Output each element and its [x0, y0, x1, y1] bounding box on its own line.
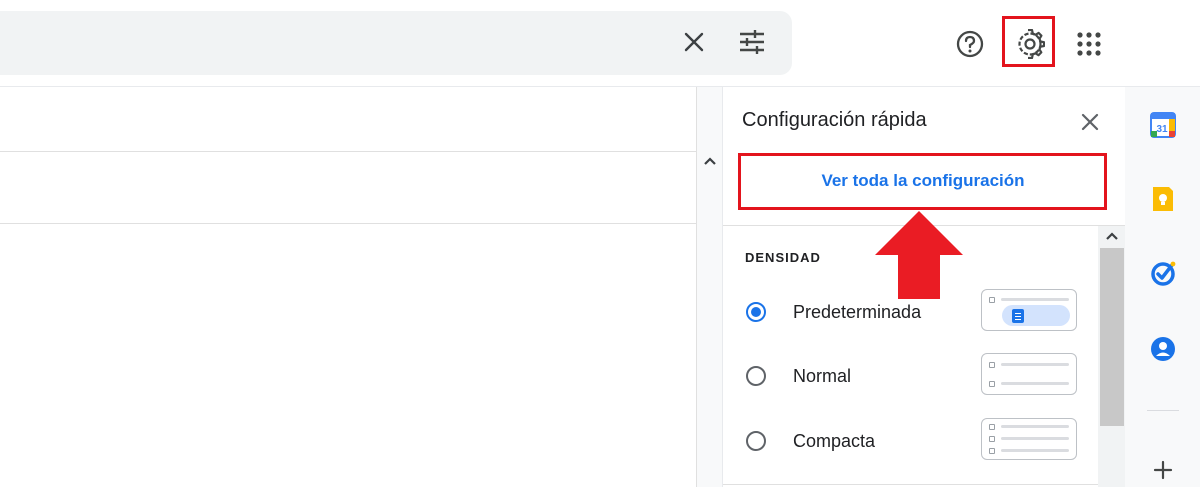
side-panel: 31: [1125, 87, 1200, 487]
scrollbar-thumb[interactable]: [1100, 248, 1124, 426]
top-bar: [0, 0, 1200, 86]
apps-grid-icon[interactable]: [1067, 22, 1111, 66]
list-scrollbar[interactable]: [696, 87, 723, 487]
view-all-settings-button[interactable]: Ver toda la configuración: [740, 153, 1106, 209]
side-panel-divider: [1147, 410, 1179, 411]
keep-icon[interactable]: [1147, 183, 1179, 215]
calendar-day: 31: [1156, 124, 1168, 135]
calendar-icon[interactable]: 31: [1147, 109, 1179, 141]
panel-scrollbar[interactable]: [1098, 226, 1126, 487]
density-section-label: DENSIDAD: [745, 250, 821, 265]
density-option-normal[interactable]: Normal: [741, 353, 1081, 403]
radio-button[interactable]: [746, 366, 766, 386]
panel-divider: [723, 225, 1126, 226]
add-icon[interactable]: [1147, 454, 1179, 486]
tasks-icon[interactable]: [1147, 257, 1179, 289]
list-divider: [0, 223, 696, 224]
radio-button[interactable]: [746, 431, 766, 451]
list-divider: [0, 151, 696, 152]
message-list-area: [0, 87, 696, 487]
tune-icon[interactable]: [732, 22, 772, 62]
close-icon[interactable]: [1075, 107, 1105, 137]
gear-icon[interactable]: [1008, 22, 1052, 66]
radio-button-selected[interactable]: [746, 302, 766, 322]
density-option-default[interactable]: Predeterminada: [741, 289, 1081, 339]
density-option-label: Compacta: [793, 431, 876, 451]
contacts-icon[interactable]: [1147, 333, 1179, 365]
quick-settings-panel: Configuración rápida Ver toda la configu…: [722, 87, 1126, 487]
close-icon[interactable]: [674, 22, 714, 62]
density-compact-preview: [981, 418, 1077, 460]
panel-divider: [723, 484, 1098, 485]
chevron-up-icon[interactable]: [700, 151, 720, 171]
density-option-label: Predeterminada: [793, 302, 922, 322]
help-icon[interactable]: [948, 22, 992, 66]
chevron-up-icon[interactable]: [1102, 228, 1122, 244]
density-option-label: Normal: [793, 366, 852, 386]
document-icon: [1012, 309, 1024, 323]
panel-title: Configuración rápida: [742, 109, 927, 131]
density-option-compact[interactable]: Compacta: [741, 418, 1081, 468]
density-normal-preview: [981, 353, 1077, 395]
density-default-preview: [981, 289, 1077, 331]
